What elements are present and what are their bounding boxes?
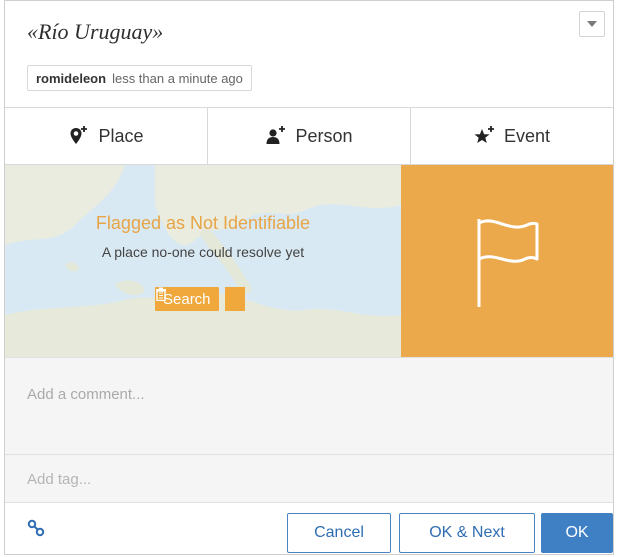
map-actions: Search: [155, 287, 245, 311]
tab-place-label: Place: [98, 125, 144, 146]
flag-status: Flagged as Not Identifiable A place no-o…: [5, 213, 401, 260]
tab-place[interactable]: Place: [5, 108, 208, 164]
cancel-button[interactable]: Cancel: [287, 513, 391, 553]
footer: Cancel OK & Next OK: [5, 503, 613, 555]
tab-event-label: Event: [503, 125, 551, 146]
tab-event[interactable]: Event: [411, 108, 613, 164]
annotation-title: «Río Uruguay»: [27, 19, 164, 44]
star-plus-icon: [474, 125, 496, 147]
link-icon[interactable]: [27, 519, 45, 542]
chevron-down-icon: [587, 21, 597, 27]
annotation-panel: «Río Uruguay» romideleon less than a min…: [4, 0, 614, 555]
map-pin-plus-icon: [68, 125, 90, 147]
entity-type-tabs: Place Person Event: [5, 107, 613, 165]
ok-button[interactable]: OK: [541, 513, 613, 553]
tag-input[interactable]: Add tag...: [5, 455, 613, 503]
options-dropdown-button[interactable]: [579, 11, 605, 37]
map-background: [5, 165, 401, 357]
tab-person-label: Person: [295, 125, 353, 146]
author-chip: romideleon less than a minute ago: [27, 65, 252, 91]
delete-button[interactable]: [156, 287, 245, 311]
comment-field[interactable]: Add a comment...: [5, 357, 613, 455]
timestamp: less than a minute ago: [112, 70, 243, 86]
flag-status-title: Flagged as Not Identifiable: [95, 213, 311, 233]
flag-status-subtitle: A place no-one could resolve yet: [101, 244, 305, 260]
author-name: romideleon: [36, 70, 107, 86]
flag-panel: [401, 165, 613, 357]
flag-icon: [477, 219, 539, 307]
person-plus-icon: [265, 125, 287, 147]
map-preview[interactable]: Flagged as Not Identifiable A place no-o…: [5, 165, 401, 357]
trash-icon: [156, 287, 166, 301]
ok-next-button[interactable]: OK & Next: [399, 513, 535, 553]
tab-person[interactable]: Person: [208, 108, 411, 164]
